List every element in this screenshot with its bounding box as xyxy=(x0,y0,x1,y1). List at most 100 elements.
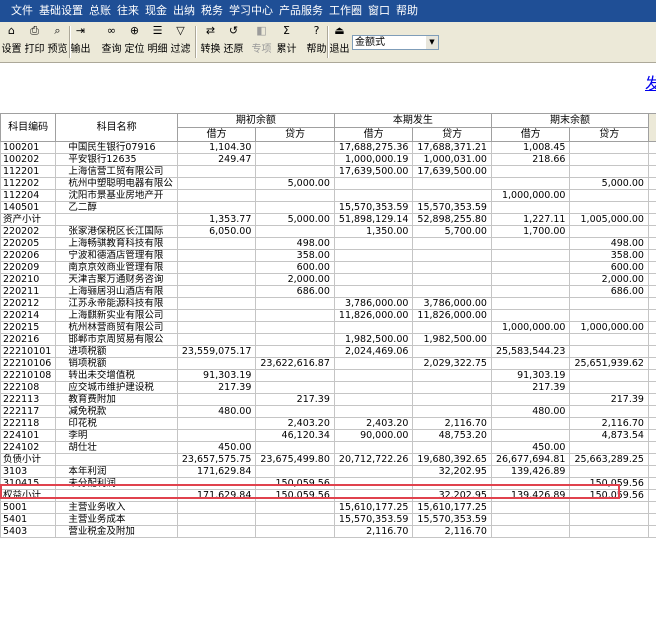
table-row[interactable]: 224101 李明 46,120.34 90,000.00 48,753.20 4,873… xyxy=(0,429,656,442)
table-row[interactable]: 222117 减免税款 480.00 480.00 xyxy=(0,405,656,418)
menu-item[interactable]: 基础设置 xyxy=(36,0,86,22)
cell-opening-debit[interactable] xyxy=(176,513,257,526)
cell-closing-credit[interactable]: 2,116.70 xyxy=(569,417,649,430)
cell-closing-debit[interactable] xyxy=(490,165,571,178)
toolbar-button[interactable]: ⌂ 设置 xyxy=(1,24,22,60)
cell-name[interactable]: 杭州中塑聪明电器有限公 xyxy=(55,177,178,190)
toolbar-button[interactable]: ⏏ 退出 xyxy=(329,24,350,60)
cell-current-credit[interactable]: 15,570,353.59 xyxy=(412,201,492,214)
cell-closing-debit[interactable] xyxy=(490,261,571,274)
toolbar-button[interactable]: ⌕ 预览 xyxy=(47,24,68,60)
table-row[interactable]: 220205 上海畅骐教育科技有限 498.00 498.00 xyxy=(0,237,656,250)
table-row[interactable]: 100202 平安银行12635 249.47 1,000,000.19 1,000,0… xyxy=(0,153,656,166)
cell-current-debit[interactable] xyxy=(333,381,414,394)
table-row[interactable]: 112204 沈阳市景基业房地产开 1,000,000.00 xyxy=(0,189,656,202)
table-row[interactable]: 222108 应交城市维护建设税 217.39 217.39 xyxy=(0,381,656,394)
table-row[interactable]: 224102 胡仕壮 450.00 450.00 xyxy=(0,441,656,454)
cell-opening-credit[interactable]: 498.00 xyxy=(255,237,335,250)
cell-current-debit[interactable] xyxy=(333,237,414,250)
cell-current-credit[interactable] xyxy=(412,273,492,286)
table-row[interactable]: 5401 主营业务成本 15,570,353.59 15,570,353.59 xyxy=(0,513,656,526)
cell-current-credit[interactable]: 11,826,000.00 xyxy=(412,309,492,322)
cell-closing-credit[interactable] xyxy=(569,297,649,310)
table-row[interactable]: 220202 张家港保税区长江国际 6,050.00 1,350.00 5,700.00… xyxy=(0,225,656,238)
cell-name[interactable]: 转出未交增值税 xyxy=(55,369,178,382)
cell-opening-credit[interactable] xyxy=(255,513,335,526)
table-row[interactable]: 222118 印花税 2,403.20 2,403.20 2,116.70 2,116.7… xyxy=(0,417,656,430)
cell-closing-debit[interactable]: 25,583,544.23 xyxy=(490,345,571,358)
menu-item[interactable]: 帮助 xyxy=(393,0,421,22)
cell-closing-debit[interactable] xyxy=(490,333,571,346)
cell-name[interactable]: 主营业务成本 xyxy=(55,513,178,526)
cell-code[interactable]: 220210 xyxy=(0,273,57,286)
cell-closing-credit[interactable]: 25,663,289.25 xyxy=(569,453,649,466)
chevron-down-icon[interactable]: ▼ xyxy=(426,36,438,49)
cell-name[interactable]: 减免税款 xyxy=(55,405,178,418)
cell-closing-debit[interactable]: 139,426.89 xyxy=(490,465,571,478)
cell-current-credit[interactable] xyxy=(412,405,492,418)
table-row[interactable]: 220214 上海麒新实业有限公司 11,826,000.00 11,826,000.… xyxy=(0,309,656,322)
cell-code[interactable]: 220202 xyxy=(0,225,57,238)
table-row[interactable]: 22210106 销项税额 23,622,616.87 2,029,322.75 25,… xyxy=(0,357,656,370)
menu-item[interactable]: 现金 xyxy=(142,0,170,22)
table-row[interactable]: 220206 宁波和德酒店管理有限 358.00 358.00 xyxy=(0,249,656,262)
cell-name[interactable]: 杭州林营商贸有限公司 xyxy=(55,321,178,334)
cell-code[interactable]: 5403 xyxy=(0,525,57,538)
cell-opening-credit[interactable] xyxy=(255,165,335,178)
cell-current-credit[interactable] xyxy=(412,285,492,298)
cell-current-credit[interactable] xyxy=(412,345,492,358)
table-row[interactable]: 220209 南京京效商业管理有限 600.00 600.00 xyxy=(0,261,656,274)
cell-current-debit[interactable] xyxy=(333,405,414,418)
header-name[interactable]: 科目名称 xyxy=(55,113,178,142)
cell-opening-debit[interactable] xyxy=(176,165,257,178)
cell-closing-debit[interactable]: 217.39 xyxy=(490,381,571,394)
menu-item[interactable]: 往来 xyxy=(114,0,142,22)
cell-current-debit[interactable]: 2,024,469.06 xyxy=(333,345,414,358)
cell-opening-debit[interactable]: 1,353.77 xyxy=(176,213,257,226)
cell-current-debit[interactable]: 15,570,353.59 xyxy=(333,201,414,214)
cell-closing-debit[interactable]: 91,303.19 xyxy=(490,369,571,382)
cell-name[interactable]: 上海麒新实业有限公司 xyxy=(55,309,178,322)
cell-current-debit[interactable] xyxy=(333,441,414,454)
cell-opening-credit[interactable] xyxy=(255,153,335,166)
cell-opening-credit[interactable] xyxy=(255,441,335,454)
cell-current-debit[interactable]: 2,403.20 xyxy=(333,417,414,430)
cell-opening-credit[interactable] xyxy=(255,201,335,214)
toolbar-button[interactable]: ⊕ 定位 xyxy=(124,24,145,60)
cell-closing-credit[interactable]: 498.00 xyxy=(569,237,649,250)
cell-current-credit[interactable]: 1,982,500.00 xyxy=(412,333,492,346)
cell-opening-credit[interactable]: 600.00 xyxy=(255,261,335,274)
cell-name[interactable]: 主营业务收入 xyxy=(55,501,178,514)
cell-current-debit[interactable] xyxy=(333,357,414,370)
toolbar-button[interactable]: ∞ 查询 xyxy=(101,24,122,60)
cell-opening-debit[interactable] xyxy=(176,261,257,274)
cell-name[interactable] xyxy=(55,213,178,226)
cell-code[interactable]: 220212 xyxy=(0,297,57,310)
table-row[interactable]: 220216 邯郸市京周贸易有限公 1,982,500.00 1,982,500.00 xyxy=(0,333,656,346)
cell-closing-credit[interactable] xyxy=(569,525,649,538)
cell-code[interactable]: 112204 xyxy=(0,189,57,202)
cell-closing-debit[interactable] xyxy=(490,429,571,442)
cell-code[interactable]: 222117 xyxy=(0,405,57,418)
cell-closing-credit[interactable]: 25,651,939.62 xyxy=(569,357,649,370)
table-row[interactable]: 112202 杭州中塑聪明电器有限公 5,000.00 5,000.00 xyxy=(0,177,656,190)
menu-item[interactable]: 工作圈 xyxy=(326,0,365,22)
cell-closing-debit[interactable] xyxy=(490,177,571,190)
cell-opening-debit[interactable] xyxy=(176,297,257,310)
cell-opening-debit[interactable]: 23,559,075.17 xyxy=(176,345,257,358)
cell-current-credit[interactable] xyxy=(412,249,492,262)
cell-name[interactable]: 上海畅骐教育科技有限 xyxy=(55,237,178,250)
cell-code[interactable]: 220206 xyxy=(0,249,57,262)
table-row[interactable]: 220210 天津吉聚万通财务咨询 2,000.00 2,000.00 xyxy=(0,273,656,286)
cell-opening-credit[interactable] xyxy=(255,465,335,478)
table-row[interactable]: 22210101 进项税额 23,559,075.17 2,024,469.06 25,… xyxy=(0,345,656,358)
table-row[interactable]: 5403 营业税金及附加 2,116.70 2,116.70 xyxy=(0,525,656,538)
cell-current-debit[interactable]: 1,982,500.00 xyxy=(333,333,414,346)
cell-name[interactable]: 教育费附加 xyxy=(55,393,178,406)
cell-name[interactable]: 沈阳市景基业房地产开 xyxy=(55,189,178,202)
cell-opening-credit[interactable] xyxy=(255,369,335,382)
cell-code[interactable]: 220215 xyxy=(0,321,57,334)
cell-opening-debit[interactable] xyxy=(176,285,257,298)
header-code[interactable]: 科目编码 xyxy=(0,113,57,142)
cell-name[interactable]: 乙二醇 xyxy=(55,201,178,214)
